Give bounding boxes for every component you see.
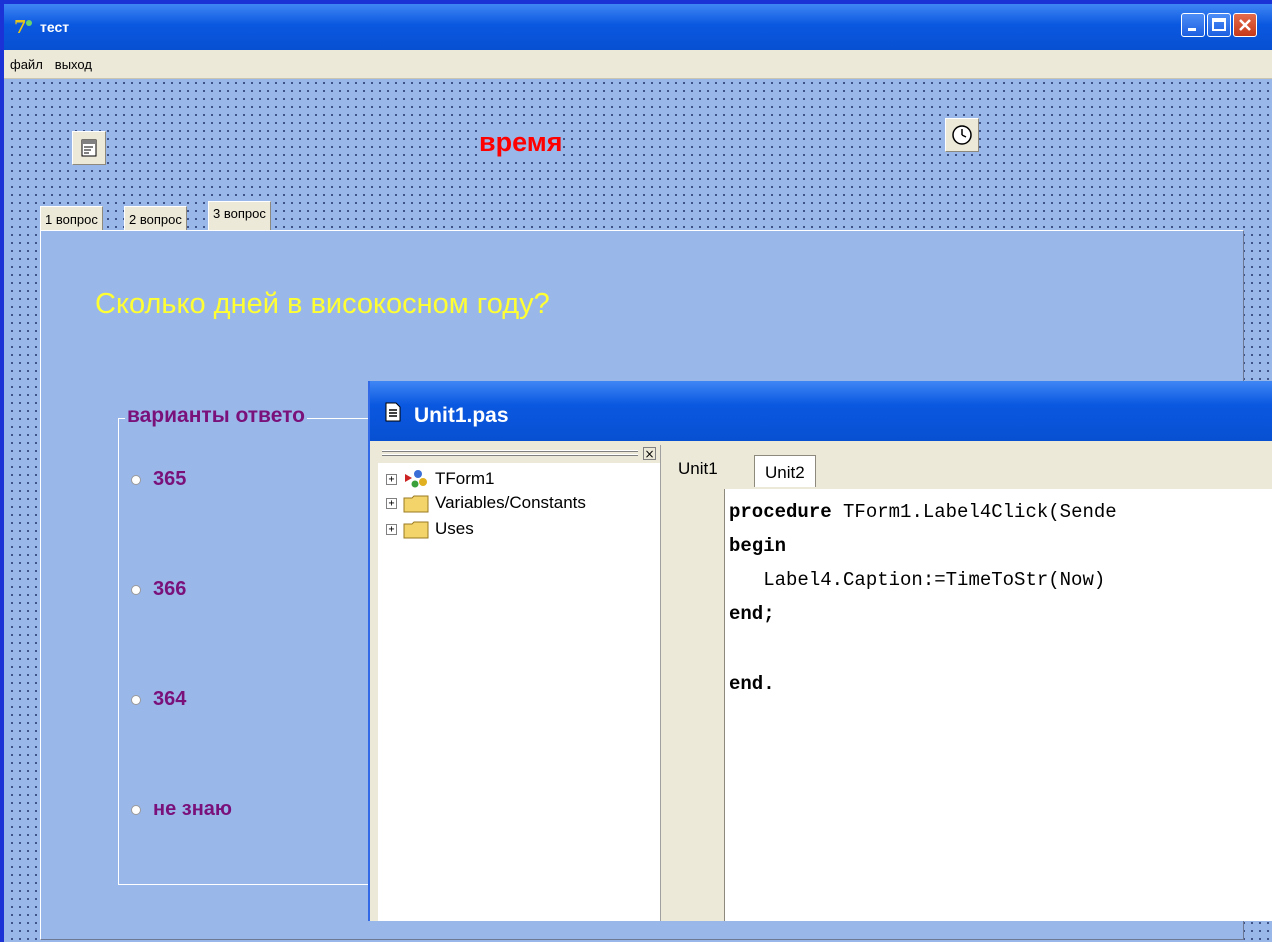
folder-icon (403, 495, 429, 512)
time-label[interactable]: время (479, 127, 563, 158)
close-icon (1239, 19, 1251, 31)
code-line-6: end. (729, 673, 775, 695)
maximize-icon (1212, 18, 1226, 31)
menu-item-file[interactable]: файл (10, 57, 43, 72)
radio-option-dont-know[interactable]: не знаю (131, 798, 232, 821)
radio-button[interactable] (131, 584, 141, 595)
code-editor-title: Unit1.pas (414, 404, 509, 427)
main-titlebar[interactable]: 7 тест (4, 4, 1272, 50)
svg-text:7: 7 (14, 17, 27, 36)
answer-group-title: варианты ответо (125, 404, 307, 428)
radio-option-365[interactable]: 365 (131, 468, 186, 491)
editor-gutter (662, 489, 725, 921)
class-icon (405, 470, 427, 488)
tab-question-1[interactable]: 1 вопрос (40, 206, 103, 231)
clock-icon (952, 125, 972, 145)
radio-label: 364 (153, 688, 187, 710)
folder-icon (403, 521, 429, 538)
delphi-app-icon: 7 (14, 17, 32, 36)
keyword: begin (729, 535, 787, 557)
tab-unit1[interactable]: Unit1 (668, 451, 728, 487)
close-button[interactable] (1233, 13, 1257, 37)
timer-component[interactable] (945, 118, 979, 152)
radio-option-364[interactable]: 364 (131, 688, 186, 711)
code-text: TForm1.Label4Click(Sende (831, 501, 1117, 523)
radio-button[interactable] (131, 694, 141, 705)
main-menu-component[interactable] (72, 131, 106, 165)
tab-question-2[interactable]: 2 вопрос (124, 206, 187, 231)
menu-bar: файл выход (4, 50, 1272, 79)
code-line-4: end; (729, 603, 775, 625)
tree-item-label: Uses (435, 519, 474, 538)
tab-unit2[interactable]: Unit2 (754, 455, 816, 487)
keyword: procedure (729, 501, 832, 523)
editor-tab-bar: Unit1 Unit2 (662, 445, 1272, 489)
keyword: end; (729, 603, 775, 625)
explorer-grip[interactable]: × (378, 445, 660, 463)
code-editor-titlebar[interactable]: Unit1.pas (370, 381, 1272, 441)
keyword: end. (729, 673, 775, 695)
radio-label: 366 (153, 578, 187, 600)
tree-item-tform1[interactable]: + TForm1 (386, 468, 495, 490)
question-label: Сколько дней в високосном году? (95, 288, 550, 320)
menu-component-icon (81, 139, 97, 157)
radio-label: 365 (153, 468, 187, 490)
menu-item-exit[interactable]: выход (55, 57, 92, 72)
tree-item-uses[interactable]: + Uses (386, 519, 474, 539)
tree-item-variables-constants[interactable]: + Variables/Constants (386, 493, 586, 513)
maximize-button[interactable] (1207, 13, 1231, 37)
code-line-2: begin (729, 535, 786, 557)
code-explorer-panel: × + TForm1 + Variables/Constants + Uses (378, 445, 661, 921)
radio-option-366[interactable]: 366 (131, 578, 186, 601)
expand-plus-icon[interactable]: + (386, 473, 397, 485)
tab-question-3[interactable]: 3 вопрос (208, 201, 271, 232)
code-editor-window: Unit1.pas × + TForm1 + Variables/Constan… (368, 381, 1272, 921)
expand-plus-icon[interactable]: + (386, 497, 397, 509)
radio-button[interactable] (131, 474, 141, 485)
code-line-1: procedure TForm1.Label4Click(Sende (729, 501, 1117, 523)
code-line-3: Label4.Caption:=TimeToStr(Now) (729, 569, 1106, 591)
tree-item-label: Variables/Constants (435, 493, 586, 512)
code-editor[interactable]: procedure TForm1.Label4Click(Sende begin… (725, 489, 1272, 921)
expand-plus-icon[interactable]: + (386, 523, 397, 535)
tree-item-label: TForm1 (435, 469, 495, 488)
document-icon (385, 402, 401, 422)
main-window-title: тест (40, 19, 70, 35)
minimize-icon (1188, 28, 1196, 31)
minimize-button[interactable] (1181, 13, 1205, 37)
radio-label: не знаю (153, 798, 232, 820)
radio-button[interactable] (131, 804, 141, 815)
explorer-close-icon[interactable]: × (643, 447, 656, 460)
